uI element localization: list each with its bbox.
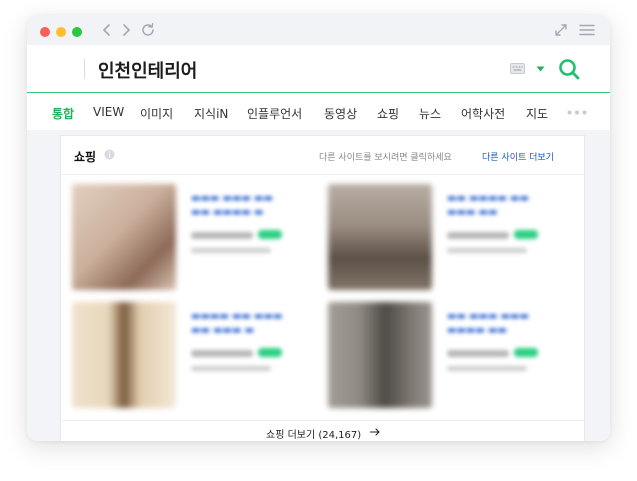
back-icon[interactable] bbox=[99, 22, 115, 38]
product-image[interactable] bbox=[328, 302, 432, 408]
product-card[interactable]: ▬▬ ▬▬▬▬ ▬▬ ▬▬▬ ▬▬ bbox=[328, 184, 573, 290]
product-badge bbox=[514, 230, 538, 239]
reload-icon[interactable] bbox=[140, 22, 156, 38]
tab-dictionary[interactable]: 어학사전 bbox=[461, 105, 505, 122]
product-title-lines[interactable]: ▬▬ ▬▬▬ ▬▬▬ ▬▬▬▬ ▬▬ bbox=[447, 310, 565, 338]
zoom-window-button[interactable] bbox=[72, 27, 82, 37]
product-card[interactable]: ▬▬▬▬ ▬▬ ▬▬▬ ▬▬ ▬▬▬ ▬ bbox=[72, 302, 317, 408]
search-bar: 인천인테리어 bbox=[27, 45, 610, 93]
product-price bbox=[191, 232, 253, 239]
product-image[interactable] bbox=[328, 184, 432, 290]
panel-divider bbox=[61, 174, 584, 175]
browser-window: 인천인테리어 통합 VIEW 이미지 지식iN 인플루언서 동영상 쇼핑 뉴스 … bbox=[27, 15, 610, 441]
minimize-window-button[interactable] bbox=[56, 27, 66, 37]
tab-influencer[interactable]: 인플루언서 bbox=[247, 105, 302, 122]
tab-images[interactable]: 이미지 bbox=[140, 105, 173, 122]
product-title-lines[interactable]: ▬▬▬ ▬▬▬ ▬▬ ▬▬ ▬▬▬▬ ▬ bbox=[191, 192, 309, 220]
product-price bbox=[191, 350, 253, 357]
search-tabs: 통합 VIEW 이미지 지식iN 인플루언서 동영상 쇼핑 뉴스 어학사전 지도 bbox=[27, 94, 610, 130]
more-icon[interactable] bbox=[567, 110, 587, 115]
keyboard-icon[interactable] bbox=[510, 63, 525, 74]
product-title-lines[interactable]: ▬▬ ▬▬▬▬ ▬▬ ▬▬▬ ▬▬ bbox=[447, 192, 565, 220]
product-image[interactable] bbox=[72, 184, 176, 290]
shopping-more-label: 쇼핑 더보기 (24,167) bbox=[266, 430, 362, 441]
product-price bbox=[447, 350, 509, 357]
product-meta bbox=[191, 366, 271, 371]
shopping-more-button[interactable]: 쇼핑 더보기 (24,167) bbox=[61, 420, 584, 441]
product-badge bbox=[258, 230, 282, 239]
dropdown-icon[interactable] bbox=[536, 66, 545, 72]
arrow-right-icon bbox=[370, 428, 380, 436]
product-image[interactable] bbox=[72, 302, 176, 408]
tab-map[interactable]: 지도 bbox=[526, 105, 548, 122]
search-results: 쇼핑 다른 사이트를 보시려면 클릭하세요 다른 사이트 더보기 ▬▬▬ ▬▬▬… bbox=[27, 130, 610, 441]
product-badge bbox=[258, 348, 282, 357]
tab-view[interactable]: VIEW bbox=[93, 105, 124, 119]
tab-integrated[interactable]: 통합 bbox=[52, 105, 74, 122]
search-icon[interactable] bbox=[558, 58, 580, 80]
title-bar bbox=[27, 15, 610, 45]
product-card[interactable]: ▬▬ ▬▬▬ ▬▬▬ ▬▬▬▬ ▬▬ bbox=[328, 302, 573, 408]
menu-icon[interactable] bbox=[579, 24, 595, 36]
product-meta bbox=[447, 366, 527, 371]
product-meta bbox=[447, 248, 527, 253]
tab-video[interactable]: 동영상 bbox=[324, 105, 357, 122]
expand-icon[interactable] bbox=[554, 23, 568, 37]
tab-news[interactable]: 뉴스 bbox=[419, 105, 441, 122]
search-query[interactable]: 인천인테리어 bbox=[98, 57, 197, 83]
search-divider bbox=[84, 59, 85, 79]
forward-icon[interactable] bbox=[118, 22, 134, 38]
shopping-note: 다른 사이트를 보시려면 클릭하세요 bbox=[319, 153, 452, 163]
shopping-panel: 쇼핑 다른 사이트를 보시려면 클릭하세요 다른 사이트 더보기 ▬▬▬ ▬▬▬… bbox=[60, 135, 585, 441]
close-window-button[interactable] bbox=[40, 27, 50, 37]
info-icon[interactable] bbox=[104, 149, 115, 160]
other-sites-link[interactable]: 다른 사이트 더보기 bbox=[482, 150, 554, 163]
tab-shopping[interactable]: 쇼핑 bbox=[377, 105, 399, 122]
product-title-lines[interactable]: ▬▬▬▬ ▬▬ ▬▬▬ ▬▬ ▬▬▬ ▬ bbox=[191, 310, 309, 338]
product-badge bbox=[514, 348, 538, 357]
product-price bbox=[447, 232, 509, 239]
product-meta bbox=[191, 248, 271, 253]
tab-knowledge[interactable]: 지식iN bbox=[194, 105, 228, 122]
product-card[interactable]: ▬▬▬ ▬▬▬ ▬▬ ▬▬ ▬▬▬▬ ▬ bbox=[72, 184, 317, 290]
shopping-title: 쇼핑 bbox=[74, 150, 97, 164]
